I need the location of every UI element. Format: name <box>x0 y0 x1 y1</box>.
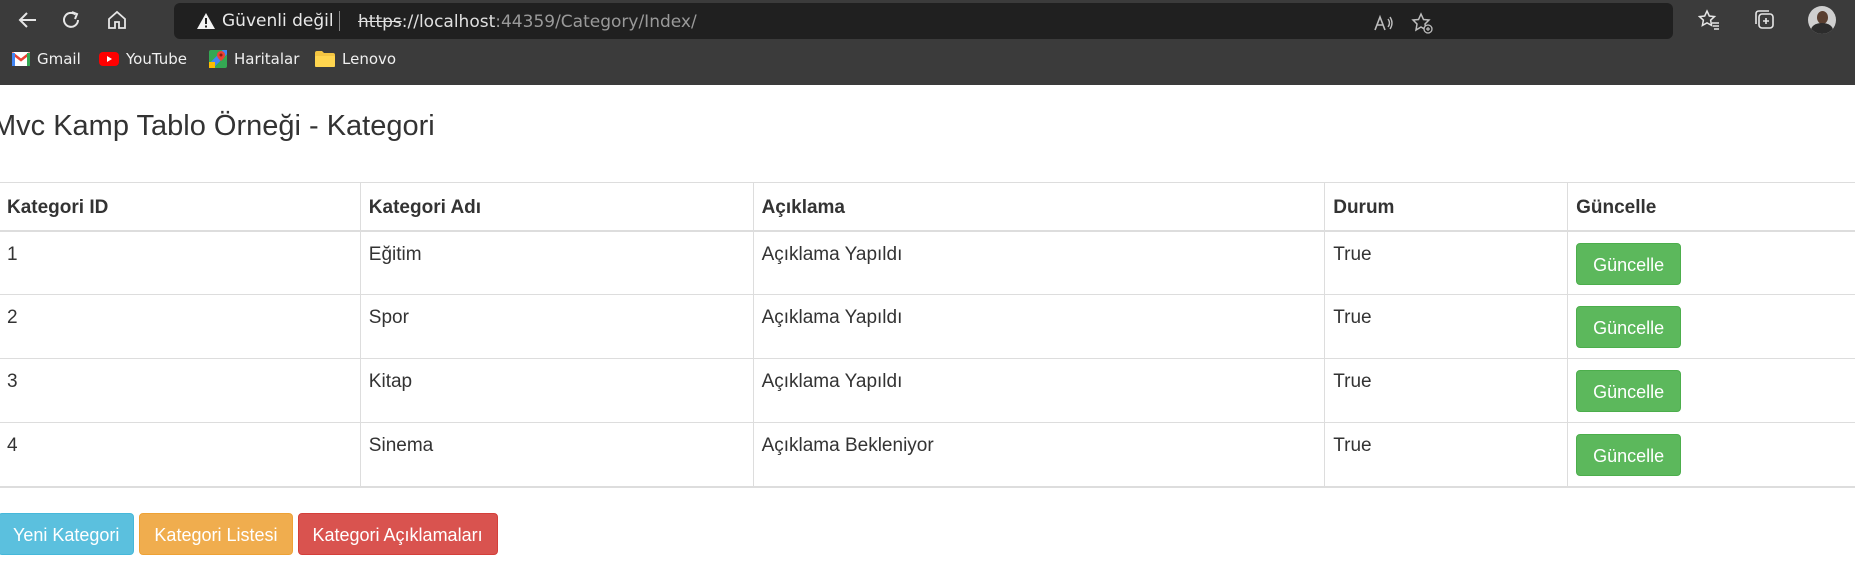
home-button[interactable] <box>101 6 133 34</box>
header-status: Durum <box>1324 182 1569 232</box>
cell-status: True <box>1324 294 1569 359</box>
cell-category-name: Sinema <box>359 422 754 488</box>
security-label: Güvenli değil <box>222 11 334 31</box>
collections-button[interactable] <box>1750 6 1780 34</box>
cell-category-id: 1 <box>0 230 361 295</box>
gmail-icon <box>12 52 30 66</box>
cell-category-name: Spor <box>359 294 754 359</box>
new-category-button[interactable]: Yeni Kategori <box>0 513 135 555</box>
warning-icon <box>197 13 215 29</box>
read-aloud-button[interactable] <box>1369 9 1399 37</box>
cell-category-id: 4 <box>0 422 361 488</box>
update-button[interactable]: Güncelle <box>1576 370 1682 412</box>
category-table: Kategori ID Kategori Adı Açıklama Durum … <box>0 182 1855 488</box>
header-category-id: Kategori ID <box>0 182 361 232</box>
table-header-row: Kategori ID Kategori Adı Açıklama Durum … <box>0 182 1855 232</box>
home-icon <box>108 10 126 29</box>
action-buttons: Yeni Kategori Kategori Listesi Kategori … <box>0 513 498 555</box>
cell-update: Güncelle <box>1567 358 1855 423</box>
cell-status: True <box>1324 230 1569 295</box>
bookmark-label: Gmail <box>37 50 81 68</box>
url-text[interactable]: https://localhost:44359/Category/Index/ <box>358 12 697 32</box>
header-category-name: Kategori Adı <box>359 182 754 232</box>
collections-icon <box>1755 10 1774 29</box>
bookmark-maps[interactable]: Haritalar <box>209 50 299 68</box>
bookmark-gmail[interactable]: Gmail <box>12 50 81 68</box>
bookmark-lenovo-folder[interactable]: Lenovo <box>315 50 396 68</box>
bookmarks-bar: Gmail YouTube Haritalar Lenovo <box>0 40 1855 85</box>
folder-icon <box>315 51 335 67</box>
category-list-button[interactable]: Kategori Listesi <box>139 513 293 555</box>
favorites-icon <box>1698 9 1719 30</box>
category-descriptions-button[interactable]: Kategori Açıklamaları <box>297 513 498 555</box>
cell-status: True <box>1324 358 1569 423</box>
avatar-body <box>1811 23 1833 34</box>
table-row: 1 Eğitim Açıklama Yapıldı True Güncelle <box>0 230 1855 295</box>
maps-icon <box>209 50 227 68</box>
address-bar[interactable]: Güvenli değil https://localhost:44359/Ca… <box>174 3 1673 39</box>
update-button[interactable]: Güncelle <box>1576 242 1682 285</box>
youtube-icon <box>99 52 119 66</box>
back-button[interactable] <box>12 6 44 34</box>
page-title: Mvc Kamp Tablo Örneği - Kategori <box>0 110 435 142</box>
cell-description: Açıklama Bekleniyor <box>752 422 1326 488</box>
cell-update: Güncelle <box>1567 422 1855 488</box>
add-favorite-button[interactable] <box>1407 9 1437 37</box>
bookmark-label: Lenovo <box>342 50 397 68</box>
header-update: Güncelle <box>1567 182 1855 232</box>
cell-description: Açıklama Yapıldı <box>752 230 1326 295</box>
cell-category-name: Eğitim <box>359 230 754 295</box>
update-button[interactable]: Güncelle <box>1576 306 1682 348</box>
browser-toolbar: Güvenli değil https://localhost:44359/Ca… <box>0 0 1855 40</box>
url-path: :44359/Category/Index/ <box>495 12 697 32</box>
address-separator <box>339 11 340 31</box>
cell-description: Açıklama Yapıldı <box>752 358 1326 423</box>
cell-category-id: 2 <box>0 294 361 359</box>
cell-update: Güncelle <box>1567 230 1855 295</box>
bookmark-youtube[interactable]: YouTube <box>99 50 187 68</box>
profile-avatar[interactable] <box>1808 6 1836 34</box>
security-indicator[interactable]: Güvenli değil <box>196 11 334 31</box>
refresh-button[interactable] <box>55 6 87 34</box>
arrow-left-icon <box>18 12 36 28</box>
table-row: 2 Spor Açıklama Yapıldı True Güncelle <box>0 294 1855 359</box>
cell-description: Açıklama Yapıldı <box>752 294 1326 359</box>
bookmark-label: YouTube <box>126 50 187 68</box>
update-button[interactable]: Güncelle <box>1576 434 1682 476</box>
table-row: 4 Sinema Açıklama Bekleniyor True Güncel… <box>0 422 1855 488</box>
cell-status: True <box>1324 422 1569 488</box>
cell-update: Güncelle <box>1567 294 1855 359</box>
table-row: 3 Kitap Açıklama Yapıldı True Güncelle <box>0 358 1855 423</box>
url-host: ://localhost <box>401 12 496 32</box>
url-protocol: https <box>358 12 402 32</box>
star-add-icon <box>1411 12 1433 34</box>
favorites-button[interactable] <box>1694 6 1724 34</box>
cell-category-name: Kitap <box>359 358 754 423</box>
header-description: Açıklama <box>752 182 1326 232</box>
refresh-icon <box>63 11 79 28</box>
read-aloud-icon <box>1374 14 1393 31</box>
cell-category-id: 3 <box>0 358 361 423</box>
bookmark-label: Haritalar <box>234 50 300 68</box>
